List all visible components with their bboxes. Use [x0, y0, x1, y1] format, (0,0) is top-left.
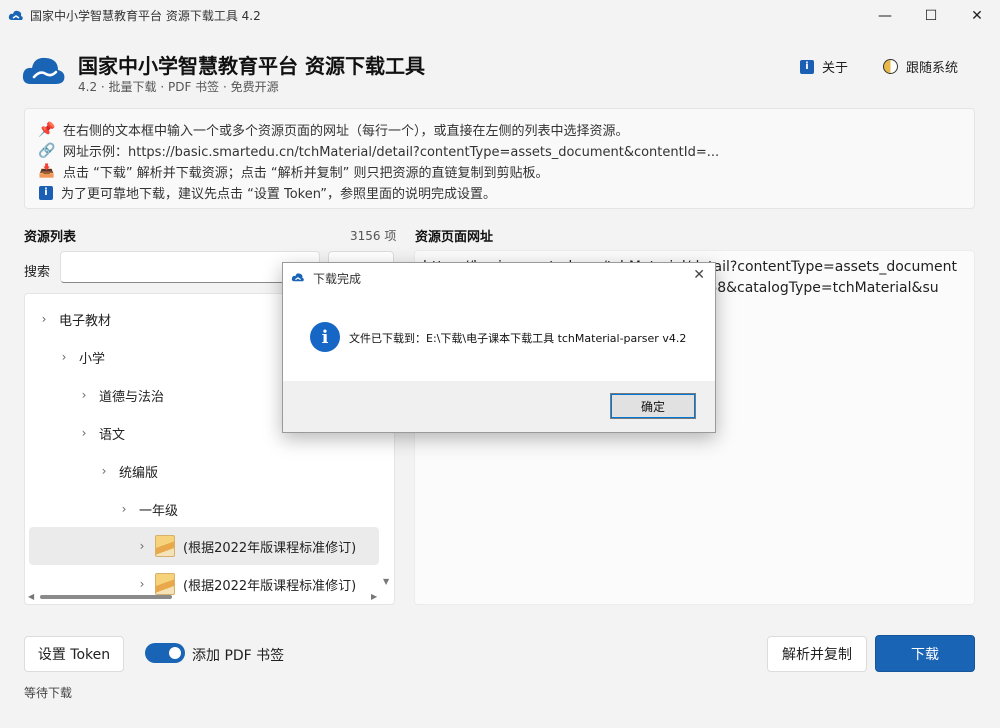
search-input[interactable] [60, 251, 320, 283]
window-title: 国家中小学智慧教育平台 资源下载工具 4.2 [30, 9, 261, 23]
tree-item-label: 电子教材 [59, 313, 112, 329]
tips-panel: 📌 在右侧的文本框中输入一个或多个资源页面的网址（每行一个），或直接在左侧的列表… [24, 108, 975, 209]
tree-item-label: 一年级 [139, 503, 179, 519]
url-panel-title: 资源页面网址 [415, 230, 494, 245]
dialog-body: i 文件已下载到：E:\下载\电子课本下载工具 tchMaterial-pars… [283, 292, 715, 381]
dialog-title-bar: 下载完成 ✕ [283, 263, 715, 292]
about-label: 关于 [822, 61, 849, 76]
scroll-right-arrow-icon[interactable]: ▶ [371, 592, 377, 601]
tree-item-label: 统编版 [119, 465, 159, 481]
maximize-button[interactable]: ☐ [908, 0, 954, 32]
tip-row: i 为了更可靠地下载，建议先点击 “设置 Token”，参照里面的说明完成设置。 [39, 182, 960, 203]
tree-item-selected[interactable]: › (根据2022年版课程标准修订) [29, 527, 379, 565]
tip-text: 点击 “下载” 解析并下载资源；点击 “解析并复制” 则只把资源的直链复制到剪贴… [63, 166, 549, 181]
theme-button[interactable]: 跟随系统 [883, 57, 958, 76]
title-bar: 国家中小学智慧教育平台 资源下载工具 4.2 — ☐ ✕ [0, 0, 1000, 32]
chevron-right-icon[interactable]: › [133, 577, 151, 591]
textbook-cover-icon [155, 535, 175, 557]
dialog-footer: 确定 [283, 381, 715, 432]
cloud-app-icon [291, 273, 304, 282]
pdf-bookmark-toggle[interactable] [145, 643, 185, 663]
download-button[interactable]: 下载 [875, 635, 975, 672]
close-button[interactable]: ✕ [954, 0, 1000, 32]
parse-copy-button[interactable]: 解析并复制 [767, 636, 867, 672]
link-icon: 🔗 [39, 142, 56, 159]
tip-row: 🔗 网址示例：https://basic.smartedu.cn/tchMate… [39, 140, 960, 161]
cloud-app-icon [8, 10, 23, 20]
tip-text: 网址示例：https://basic.smartedu.cn/tchMateri… [63, 145, 720, 160]
tree-item[interactable]: › 一年级 [29, 490, 379, 528]
chevron-right-icon[interactable]: › [55, 350, 73, 364]
pdf-bookmark-label: 添加 PDF 书签 [192, 648, 285, 664]
chevron-right-icon[interactable]: › [75, 388, 93, 402]
theme-label: 跟随系统 [906, 61, 959, 76]
tip-row: 📌 在右侧的文本框中输入一个或多个资源页面的网址（每行一个），或直接在左侧的列表… [39, 119, 960, 140]
download-complete-dialog: 下载完成 ✕ i 文件已下载到：E:\下载\电子课本下载工具 tchMateri… [282, 262, 716, 433]
tree-horizontal-scrollbar[interactable]: ◀ ▶ [28, 592, 380, 602]
status-text: 等待下载 [24, 686, 73, 700]
tree-item-label: (根据2022年版课程标准修订) [183, 578, 357, 594]
info-icon: i [800, 59, 814, 74]
cloud-logo-icon [22, 57, 65, 84]
scroll-down-arrow-icon[interactable]: ▼ [383, 577, 389, 586]
chevron-right-icon[interactable]: › [75, 426, 93, 440]
tree-item-label: 道德与法治 [99, 389, 165, 405]
chevron-right-icon[interactable]: › [95, 464, 113, 478]
app-subtitle: 4.2 · 批量下载 · PDF 书签 · 免费开源 [78, 80, 279, 94]
resource-list-title: 资源列表 [24, 230, 77, 245]
tip-row: 📥 点击 “下载” 解析并下载资源；点击 “解析并复制” 则只把资源的直链复制到… [39, 161, 960, 182]
scroll-left-arrow-icon[interactable]: ◀ [28, 592, 34, 601]
tree-item-label: 小学 [79, 351, 106, 367]
about-button[interactable]: i 关于 [800, 57, 848, 76]
resource-count: 3156 项 [350, 229, 397, 243]
pushpin-icon: 📌 [39, 121, 56, 138]
theme-half-circle-icon [883, 59, 898, 74]
ok-button[interactable]: 确定 [610, 393, 696, 419]
scrollbar-thumb[interactable] [40, 595, 172, 599]
tip-text: 为了更可靠地下载，建议先点击 “设置 Token”，参照里面的说明完成设置。 [61, 187, 497, 202]
info-icon: i [39, 185, 53, 200]
dialog-message: 文件已下载到：E:\下载\电子课本下载工具 tchMaterial-parser… [349, 332, 687, 345]
chevron-right-icon[interactable]: › [133, 539, 151, 553]
minimize-button[interactable]: — [862, 0, 908, 32]
tree-item[interactable]: › 统编版 [29, 452, 379, 490]
tip-text: 在右侧的文本框中输入一个或多个资源页面的网址（每行一个），或直接在左侧的列表中选… [63, 124, 629, 139]
tree-item-label: (根据2022年版课程标准修订) [183, 540, 357, 556]
dialog-close-button[interactable]: ✕ [693, 267, 705, 283]
tree-item-label: 语文 [99, 427, 126, 443]
info-circle-icon: i [310, 322, 340, 352]
chevron-right-icon[interactable]: › [35, 312, 53, 326]
download-tray-icon: 📥 [39, 164, 56, 179]
search-label: 搜索 [24, 265, 51, 280]
chevron-right-icon[interactable]: › [115, 502, 133, 516]
toggle-knob [169, 647, 181, 659]
set-token-button[interactable]: 设置 Token [24, 636, 124, 672]
app-title: 国家中小学智慧教育平台 资源下载工具 [78, 54, 425, 78]
dialog-title: 下载完成 [313, 272, 362, 286]
